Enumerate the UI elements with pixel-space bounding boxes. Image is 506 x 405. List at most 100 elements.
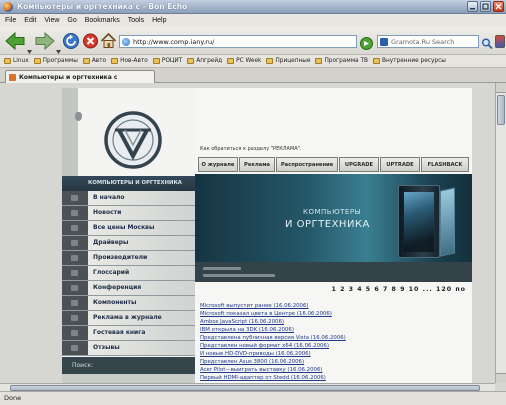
home-button[interactable] (100, 31, 117, 51)
close-button[interactable] (493, 1, 504, 12)
sidebar-item-label: Драйверы (88, 236, 195, 250)
tab-flashback[interactable]: FLASHBACK (421, 157, 469, 172)
horizontal-scrollbar[interactable] (0, 383, 495, 391)
news-list: Microsoft выпустит ранее (16.06.2006) Mi… (200, 302, 468, 382)
scroll-up-button[interactable] (496, 83, 506, 93)
forward-button[interactable] (34, 31, 55, 51)
extension-icon[interactable] (495, 35, 505, 48)
site-logo-icon[interactable] (103, 110, 163, 170)
page-left-strip (62, 88, 78, 176)
menu-bookmarks[interactable]: Bookmarks (85, 17, 120, 24)
bookmark-label: PC Week (236, 58, 262, 64)
tab-advertising[interactable]: Реклама (239, 157, 275, 172)
sidebar-item-reviews[interactable]: Отзывы (62, 341, 195, 356)
news-link[interactable]: И новые HD-DVD-приводы (16.06.2006) (200, 350, 468, 358)
bullet-icon (62, 206, 88, 220)
bookmark-label: Внутренние ресурсы (381, 58, 446, 64)
menu-file[interactable]: File (5, 17, 16, 24)
news-link[interactable]: Представлен Asus 3800 (16.06.2006) (200, 358, 468, 366)
bookmark-item[interactable]: Программа ТВ (315, 58, 368, 64)
folder-icon (372, 58, 380, 64)
sidebar-item-drivers[interactable]: Драйверы (62, 236, 195, 251)
sidebar-item-advertising[interactable]: Реклама в журнале (62, 311, 195, 326)
news-link[interactable]: Представлен новый формат x64 (16.06.2006… (200, 342, 468, 350)
bookmark-label: Программы (42, 58, 78, 64)
advertising-notice-link[interactable]: Как обратиться к разделу "РЕКЛАМА". (200, 146, 302, 152)
menu-help[interactable]: Help (152, 17, 166, 24)
sidebar-item-manufacturers[interactable]: Производители (62, 251, 195, 266)
status-text: Done (4, 394, 22, 402)
sidebar-item-prices[interactable]: Все цены Москвы (62, 221, 195, 236)
reload-button[interactable] (62, 31, 80, 51)
main-header: Как обратиться к разделу "РЕКЛАМА". О жу… (195, 88, 472, 174)
folder-icon (315, 58, 323, 64)
tab-uptrade[interactable]: UPTRADE (380, 157, 420, 172)
address-bar[interactable] (119, 35, 357, 48)
menu-edit[interactable]: Edit (24, 17, 36, 24)
strip-text-line (203, 267, 241, 270)
news-link[interactable]: Ambos JavaScript (16.06.2006) (200, 318, 468, 326)
bookmark-item[interactable]: Программы (33, 58, 78, 64)
news-section: 1 2 3 4 5 6 7 8 9 10 ... 120 по Microsof… (195, 282, 472, 383)
bookmark-item[interactable]: Апгрейд (187, 58, 222, 64)
logo-area (78, 88, 195, 176)
search-button[interactable] (481, 35, 493, 50)
bookmarks-toolbar: Linux Программы Авто Нов-Авто РОЦИТ Апгр… (0, 55, 506, 68)
info-strip (195, 262, 472, 282)
menu-view[interactable]: View (44, 17, 59, 24)
minimize-button[interactable] (467, 1, 478, 12)
sidebar-item-glossary[interactable]: Глоссарий (62, 266, 195, 281)
sidebar-menu: В начало Новости Все цены Москвы Драйвер… (62, 191, 195, 356)
sidebar-item-components[interactable]: Компоненты (62, 296, 195, 311)
sidebar-item-label: Производители (88, 251, 195, 265)
go-button[interactable] (360, 35, 373, 50)
bullet-icon (62, 221, 88, 235)
url-input[interactable] (133, 36, 355, 47)
bookmark-item[interactable]: PC Week (227, 58, 261, 64)
menu-tools[interactable]: Tools (128, 17, 144, 24)
navigation-toolbar (0, 27, 506, 55)
news-link[interactable]: IBM открыла на 3DK (16.06.2006) (200, 326, 468, 334)
tab-upgrade[interactable]: UPGRADE (339, 157, 379, 172)
sidebar-item-guestbook[interactable]: Гостевая книга (62, 326, 195, 341)
sidebar-footer (62, 374, 195, 383)
sidebar-item-news[interactable]: Новости (62, 206, 195, 221)
search-input[interactable] (391, 36, 477, 47)
bookmark-item[interactable]: Нов-Авто (111, 58, 148, 64)
scroll-down-button[interactable] (496, 373, 506, 383)
news-link[interactable]: Microsoft выпустит ранее (16.06.2006) (200, 302, 468, 310)
stop-button[interactable] (82, 31, 99, 51)
news-link[interactable]: Acer Pilot—выиграть выставку (16.06.2006… (200, 366, 468, 374)
tab-about[interactable]: О журнале (198, 157, 238, 172)
sidebar-item-home[interactable]: В начало (62, 191, 195, 206)
bullet-icon (62, 266, 88, 280)
search-box[interactable] (377, 35, 479, 48)
back-button[interactable] (5, 31, 26, 51)
search-label: Поиск: (72, 362, 94, 369)
sidebar-item-conference[interactable]: Конференция (62, 281, 195, 296)
pagination[interactable]: 1 2 3 4 5 6 7 8 9 10 ... 120 по (332, 286, 467, 293)
bookmark-item[interactable]: Внутренние ресурсы (372, 58, 446, 64)
bookmark-label: Авто (91, 58, 107, 64)
forward-history-dropdown[interactable] (56, 39, 61, 54)
stop-icon (83, 33, 98, 49)
news-link[interactable]: Microsoft показал цвета в Центре (16.06.… (200, 310, 468, 318)
tab-distribution[interactable]: Распространение (276, 157, 338, 172)
vertical-scrollbar[interactable] (495, 83, 506, 383)
news-link[interactable]: Первый HDMI-адаптер от Stedd (16.06.2006… (200, 374, 468, 382)
tab-active[interactable]: Компьютеры и оргтехника с (5, 70, 155, 83)
maximize-button[interactable] (480, 1, 491, 12)
site-search[interactable]: Поиск: (62, 357, 195, 374)
bookmark-item[interactable]: Авто (82, 58, 107, 64)
menu-go[interactable]: Go (67, 17, 76, 24)
tab-label: Компьютеры и оргтехника с (19, 73, 118, 81)
bookmark-item[interactable]: РОЦИТ (152, 58, 182, 64)
scroll-thumb[interactable] (497, 95, 505, 125)
news-link[interactable]: Представлена публичная версия Vista (16.… (200, 334, 468, 342)
globe-favicon (122, 38, 130, 46)
search-engine-icon[interactable] (380, 38, 388, 46)
sidebar-item-label: Отзывы (88, 341, 195, 355)
bookmark-item[interactable]: Прицепные (266, 58, 310, 64)
back-history-dropdown[interactable] (27, 39, 32, 54)
bookmark-item[interactable]: Linux (4, 58, 29, 64)
